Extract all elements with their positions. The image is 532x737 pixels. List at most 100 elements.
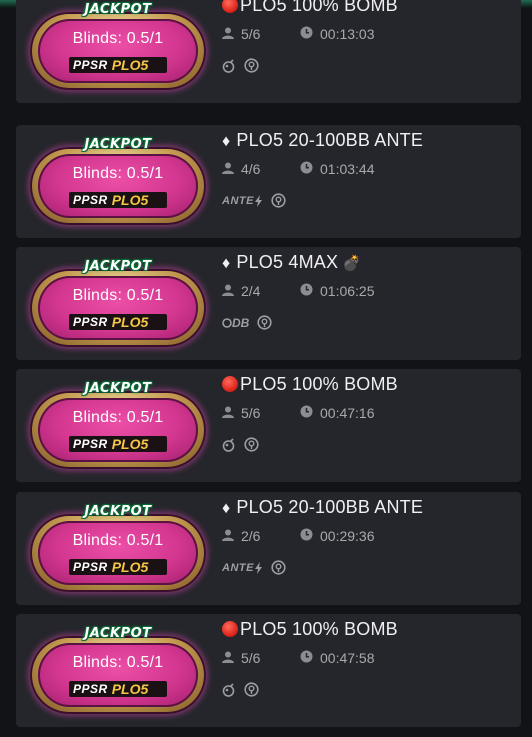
insurance-icon (257, 315, 272, 330)
game-label: PLO5 (111, 192, 149, 208)
ante-label: ANTE (222, 194, 254, 207)
ante-label: ANTE (222, 561, 254, 574)
player-icon (222, 528, 234, 544)
diamond-icon: ♦ (222, 255, 231, 272)
clock-icon (300, 650, 313, 666)
clock-icon (300, 26, 313, 42)
insurance-icon (244, 437, 259, 452)
insurance-icon (244, 682, 259, 697)
table-card[interactable]: JACKPOT Blinds: 0.5/1 PPSR PLO5 PLO5 100… (16, 614, 521, 727)
clock-icon (300, 161, 313, 177)
clock-icon (300, 283, 313, 299)
blinds-label: Blinds: 0.5/1 (72, 287, 164, 304)
table-meta: 4/6 01:03:44 (222, 161, 375, 177)
seats-count: 5/6 (241, 26, 261, 42)
bomb-feature-icon (222, 58, 236, 73)
feature-icons: ANTE (222, 193, 294, 208)
blinds-label: Blinds: 0.5/1 (72, 654, 164, 671)
game-label: PLO5 (111, 57, 149, 73)
table-title-text: PLO5 100% BOMB (240, 619, 398, 639)
table-title-text: PLO5 100% BOMB (240, 0, 398, 15)
player-icon (222, 405, 234, 421)
ante-icon: ANTE (222, 561, 263, 574)
table-title-text: PLO5 100% BOMB (240, 374, 398, 394)
diamond-icon: ♦ (222, 500, 231, 517)
jackpot-label: JACKPOT (84, 259, 152, 274)
db-label: DB (232, 315, 250, 330)
table-card[interactable]: JACKPOT Blinds: 0.5/1 PPSR PLO5 ♦ PLO5 20… (16, 492, 521, 605)
table-thumbnail: JACKPOT Blinds: 0.5/1 PPSR PLO5 (30, 137, 206, 225)
table-title: PLO5 100% BOMB (222, 374, 398, 395)
table-thumbnail: JACKPOT Blinds: 0.5/1 PPSR PLO5 (30, 259, 206, 347)
blinds-label: Blinds: 0.5/1 (72, 165, 164, 182)
elapsed-time: 01:06:25 (320, 283, 375, 299)
red-circle-icon (222, 376, 238, 392)
elapsed-time: 00:29:36 (320, 528, 375, 544)
table-title: ♦ PLO5 20-100BB ANTE (222, 497, 423, 518)
blinds-label: Blinds: 0.5/1 (72, 532, 164, 549)
double-board-icon: DB (222, 316, 249, 330)
table-title: ♦ PLO5 4MAX 💣 (222, 252, 361, 273)
table-meta: 5/6 00:13:03 (222, 26, 375, 42)
bomb-icon: 💣 (342, 255, 362, 272)
feature-icons (222, 682, 267, 697)
table-felt (38, 398, 198, 462)
elapsed-time: 00:47:16 (320, 405, 375, 421)
feature-icons: DB (222, 315, 280, 330)
jackpot-label: JACKPOT (84, 381, 152, 396)
brand-label: PPSR (73, 682, 108, 696)
table-thumbnail: JACKPOT Blinds: 0.5/1 PPSR PLO5 (30, 381, 206, 469)
feature-icons: ANTE (222, 560, 294, 575)
brand-label: PPSR (73, 58, 108, 72)
feature-icons (222, 58, 267, 73)
brand-label: PPSR (73, 560, 108, 574)
elapsed-time: 00:47:58 (320, 650, 375, 666)
game-label: PLO5 (111, 314, 149, 330)
bomb-feature-icon (222, 682, 236, 697)
game-tag: PPSR PLO5 (69, 436, 167, 452)
table-thumbnail: JACKPOT Blinds: 0.5/1 PPSR PLO5 (30, 626, 206, 714)
insurance-icon (271, 193, 286, 208)
brand-label: PPSR (73, 437, 108, 451)
seats-count: 2/4 (241, 283, 261, 299)
table-felt (38, 276, 198, 340)
player-icon (222, 161, 234, 177)
game-tag: PPSR PLO5 (69, 57, 167, 73)
game-label: PLO5 (111, 681, 149, 697)
table-title: ♦ PLO5 20-100BB ANTE (222, 130, 423, 151)
table-card[interactable]: JACKPOT Blinds: 0.5/1 PPSR PLO5 ♦ PLO5 20… (16, 125, 521, 238)
elapsed-time: 00:13:03 (320, 26, 375, 42)
game-tag: PPSR PLO5 (69, 681, 167, 697)
seats-count: 2/6 (241, 528, 261, 544)
seats-count: 5/6 (241, 405, 261, 421)
player-icon (222, 650, 234, 666)
table-card[interactable]: JACKPOT Blinds: 0.5/1 PPSR PLO5 ♦ PLO5 4M… (16, 247, 521, 360)
table-title-text: PLO5 20-100BB ANTE (236, 130, 424, 150)
feature-icons (222, 437, 267, 452)
table-title-text: PLO5 4MAX (236, 252, 339, 272)
table-list: JACKPOT Blinds: 0.5/1 PPSR PLO5 PLO5 100… (0, 0, 532, 737)
table-meta: 5/6 00:47:16 (222, 405, 375, 421)
table-card[interactable]: JACKPOT Blinds: 0.5/1 PPSR PLO5 PLO5 100… (16, 369, 521, 482)
diamond-icon: ♦ (222, 133, 231, 150)
player-icon (222, 283, 234, 299)
jackpot-label: JACKPOT (84, 626, 152, 641)
jackpot-label: JACKPOT (84, 2, 152, 17)
table-meta: 5/6 00:47:58 (222, 650, 375, 666)
blinds-label: Blinds: 0.5/1 (72, 30, 164, 47)
table-thumbnail: JACKPOT Blinds: 0.5/1 PPSR PLO5 (30, 504, 206, 592)
ante-icon: ANTE (222, 194, 263, 207)
jackpot-label: JACKPOT (84, 137, 152, 152)
table-felt (38, 19, 198, 83)
game-label: PLO5 (111, 436, 149, 452)
game-label: PLO5 (111, 559, 149, 575)
table-card[interactable]: JACKPOT Blinds: 0.5/1 PPSR PLO5 PLO5 100… (16, 0, 521, 103)
table-title-text: PLO5 20-100BB ANTE (236, 497, 424, 517)
brand-label: PPSR (73, 193, 108, 207)
bomb-feature-icon (222, 437, 236, 452)
table-title: PLO5 100% BOMB (222, 0, 398, 16)
table-felt (38, 154, 198, 218)
insurance-icon (244, 58, 259, 73)
insurance-icon (271, 560, 286, 575)
red-circle-icon (222, 0, 238, 13)
